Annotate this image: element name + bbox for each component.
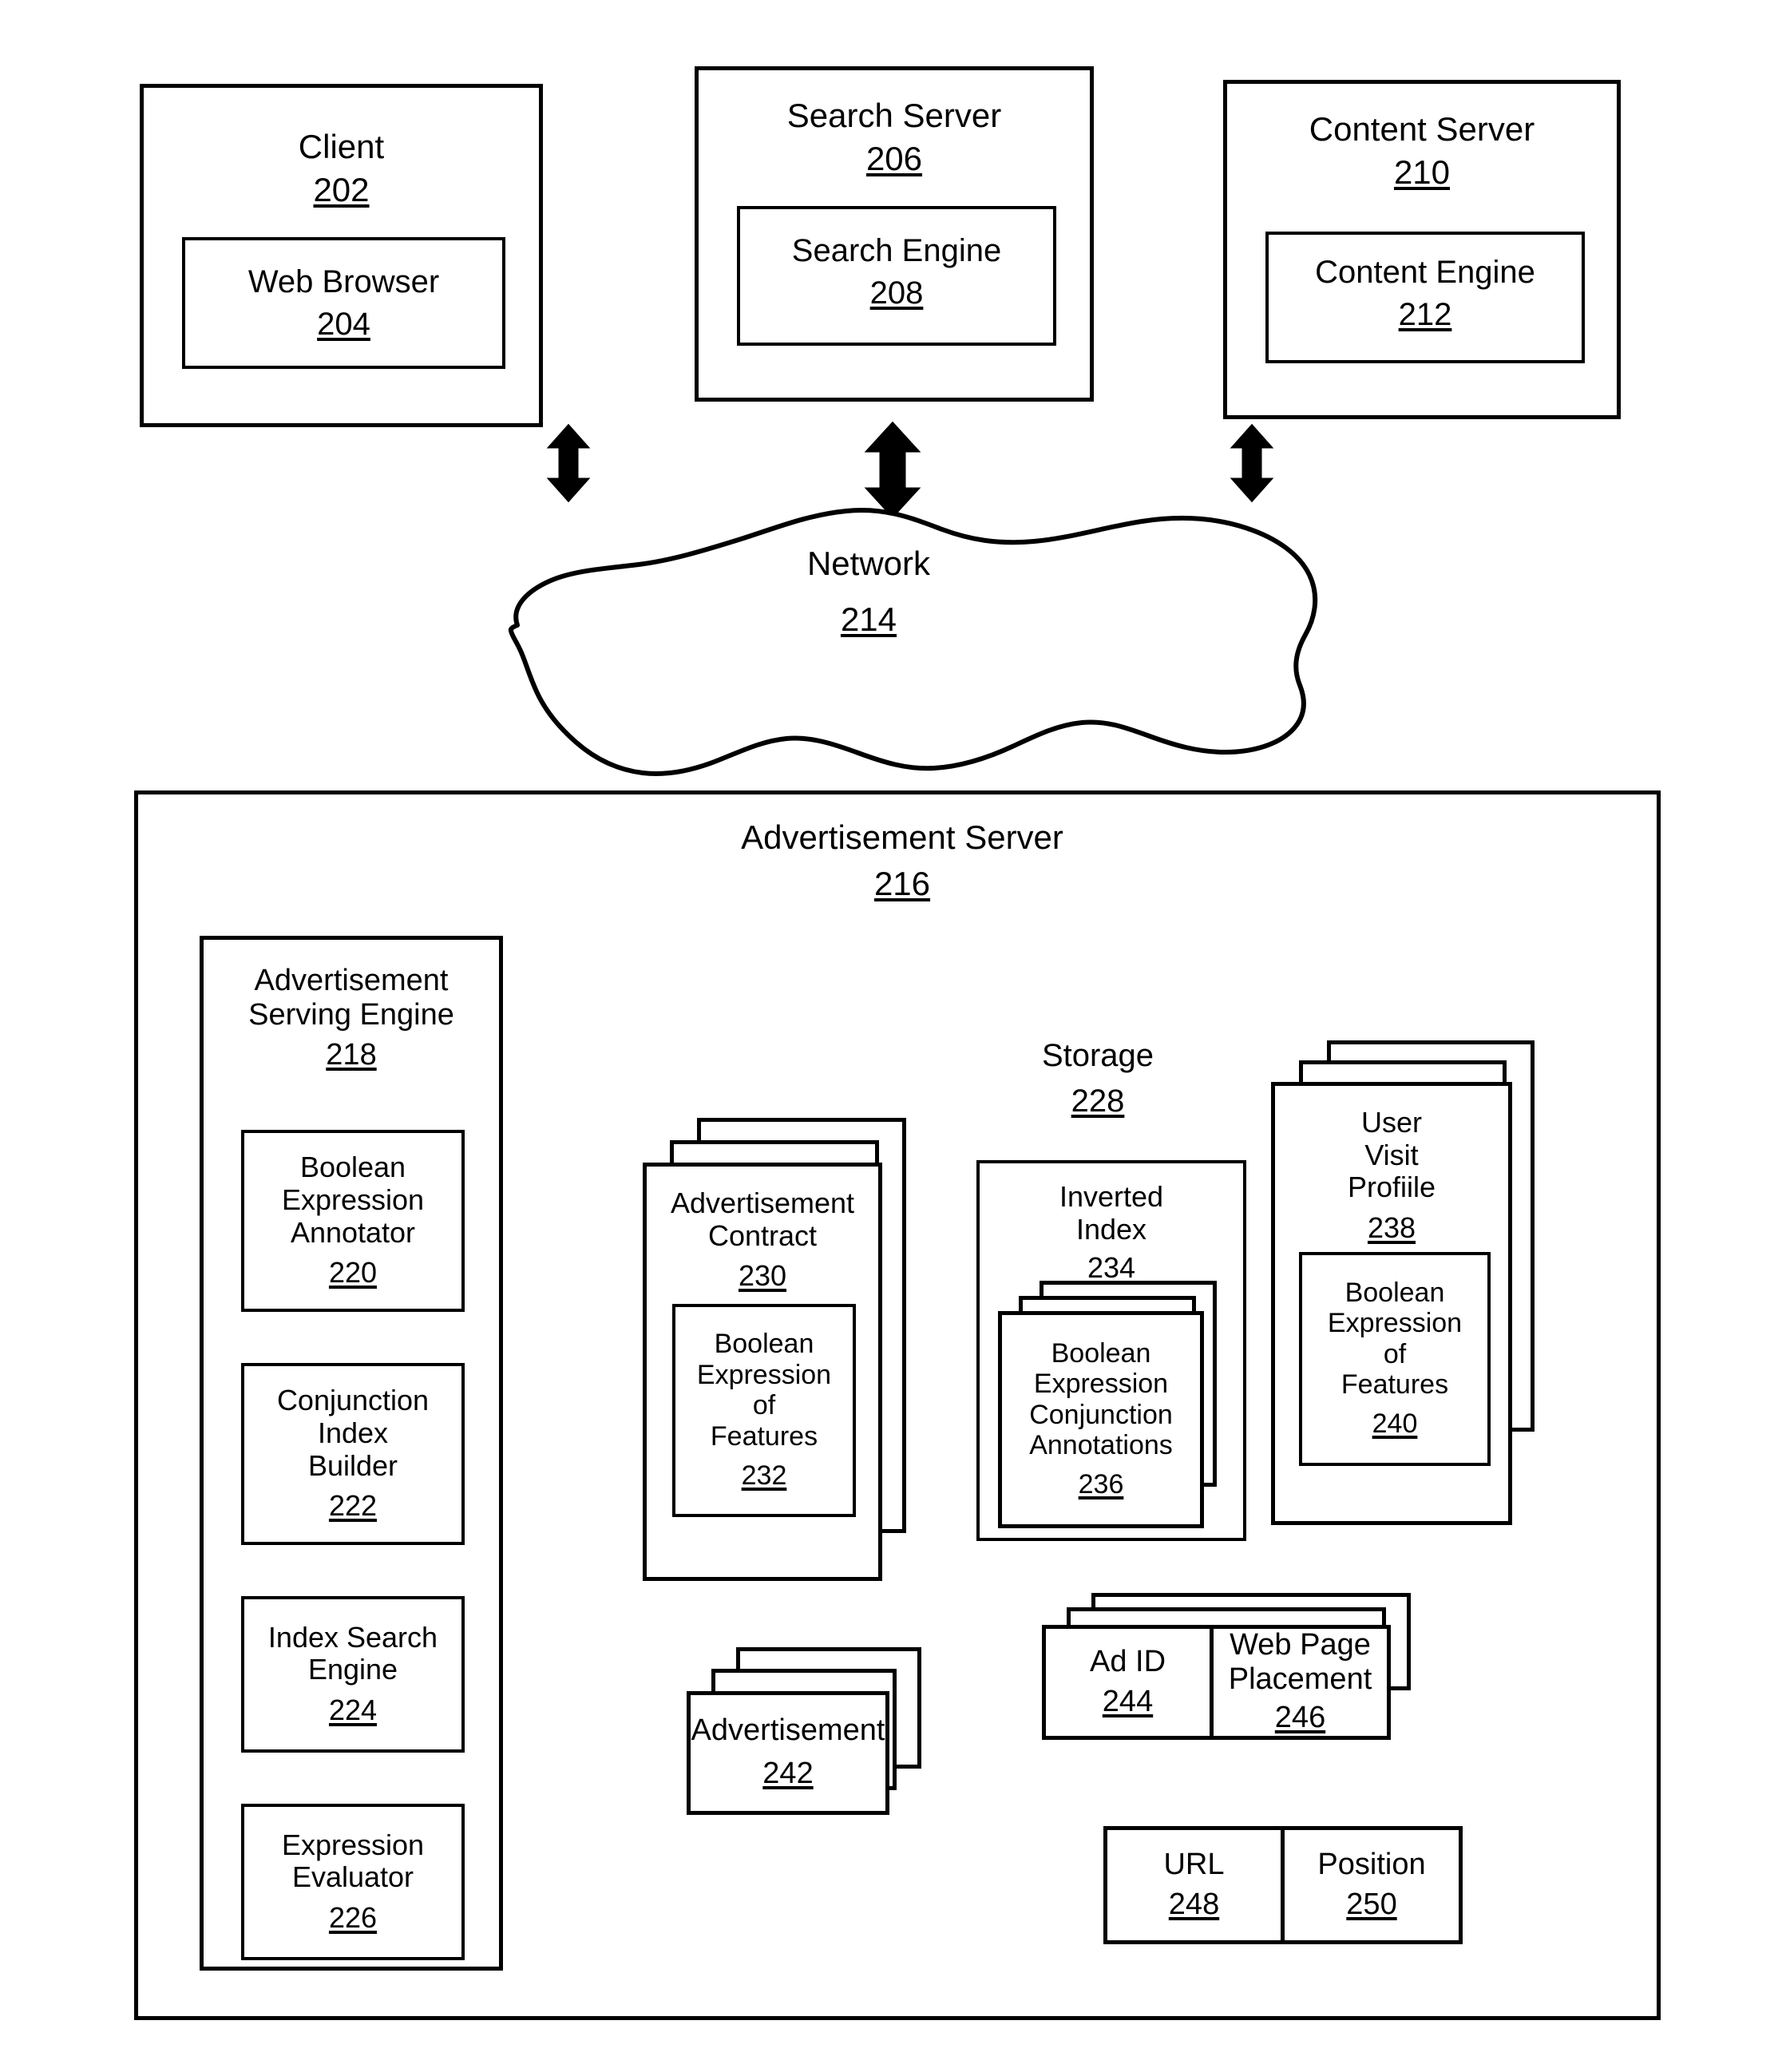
network-label-group: Network 214 <box>757 545 980 640</box>
storage-label-group: Storage 228 <box>998 1038 1198 1120</box>
cell-position: Position 250 <box>1285 1830 1459 1940</box>
advertisement-serving-engine-label: Advertisement Serving Engine <box>248 964 454 1032</box>
boolean-expression-conjunction-annotations-number: 236 <box>1078 1469 1124 1500</box>
node-user-visit-profile: User Visit Profiile 238 Boolean Expressi… <box>1271 1082 1512 1525</box>
stack-boolean-expression-conjunction-annotations: Boolean Expression Conjunction Annotatio… <box>998 1281 1230 1528</box>
stack-advertisement: Advertisement 242 <box>687 1647 942 1839</box>
conjunction-index-builder-number: 222 <box>328 1489 378 1523</box>
node-search-server-label: Search Server <box>786 97 1002 134</box>
web-page-placement-number: 246 <box>1274 1701 1326 1735</box>
network-label: Network <box>806 545 931 582</box>
stack-user-visit-profile: User Visit Profiile 238 Boolean Expressi… <box>1271 1040 1535 1543</box>
url-label: URL <box>1163 1847 1225 1881</box>
node-boolean-expression-annotator: Boolean Expression Annotator 220 <box>241 1130 465 1312</box>
node-search-server: Search Server 206 Search Engine 208 <box>695 66 1094 402</box>
node-boolean-expression-conjunction-annotations: Boolean Expression Conjunction Annotatio… <box>998 1311 1204 1528</box>
node-boolean-expression-of-features-240: Boolean Expression of Features 240 <box>1299 1252 1491 1466</box>
position-label: Position <box>1317 1847 1426 1881</box>
node-search-engine-label: Search Engine <box>791 233 1002 268</box>
node-expression-evaluator: Expression Evaluator 226 <box>241 1804 465 1960</box>
expression-evaluator-label: Expression Evaluator <box>281 1828 425 1894</box>
advertisement-label: Advertisement <box>691 1713 885 1748</box>
position-number: 250 <box>1346 1887 1397 1921</box>
user-visit-profile-number: 238 <box>1367 1211 1416 1245</box>
storage-label: Storage <box>1041 1038 1154 1073</box>
conjunction-index-builder-label: Conjunction Index Builder <box>276 1384 430 1482</box>
boolean-expression-annotator-number: 220 <box>328 1256 378 1290</box>
node-search-server-number: 206 <box>865 140 923 178</box>
arrow-search-server-network <box>864 421 921 519</box>
advertisement-contract-label: Advertisement Contract <box>670 1187 855 1252</box>
ad-id-number: 244 <box>1102 1684 1154 1718</box>
advertisement-server-number: 216 <box>873 865 931 903</box>
node-index-search-engine: Index Search Engine 224 <box>241 1596 465 1753</box>
node-search-engine: Search Engine 208 <box>737 206 1056 346</box>
node-search-engine-number: 208 <box>869 275 924 311</box>
record-placement: Ad ID 244 Web Page Placement 246 <box>1042 1625 1391 1740</box>
advertisement-contract-number: 230 <box>738 1259 787 1293</box>
cell-ad-id: Ad ID 244 <box>1046 1629 1214 1736</box>
boolean-expression-of-features-232-number: 232 <box>741 1460 787 1491</box>
network-number: 214 <box>840 600 897 639</box>
node-client: Client 202 Web Browser 204 <box>140 84 543 427</box>
node-boolean-expression-of-features-232: Boolean Expression of Features 232 <box>672 1304 856 1517</box>
stack-placement-record: Ad ID 244 Web Page Placement 246 <box>1042 1593 1425 1753</box>
expression-evaluator-number: 226 <box>328 1901 378 1935</box>
node-client-label: Client <box>298 128 385 165</box>
advertisement-serving-engine-number: 218 <box>326 1037 377 1072</box>
inverted-index-label: Inverted Index <box>1059 1180 1164 1246</box>
node-content-engine-label: Content Engine <box>1315 255 1535 290</box>
node-content-engine-number: 212 <box>1398 297 1452 333</box>
arrow-content-server-network <box>1230 423 1274 503</box>
user-visit-profile-label: User Visit Profiile <box>1347 1106 1436 1204</box>
node-conjunction-index-builder: Conjunction Index Builder 222 <box>241 1363 465 1545</box>
boolean-expression-of-features-232-label: Boolean Expression of Features <box>696 1329 832 1452</box>
boolean-expression-of-features-240-number: 240 <box>1372 1408 1418 1440</box>
node-content-server-number: 210 <box>1393 153 1451 192</box>
stack-advertisement-contract: Advertisement Contract 230 Boolean Expre… <box>643 1118 906 1597</box>
advertisement-server-label: Advertisement Server <box>741 818 1063 856</box>
node-advertisement-serving-engine: Advertisement Serving Engine 218 Boolean… <box>200 936 503 1971</box>
record-placement-detail: URL 248 Position 250 <box>1103 1826 1463 1944</box>
ad-id-label: Ad ID <box>1089 1644 1166 1678</box>
node-content-engine: Content Engine 212 <box>1265 232 1585 363</box>
cell-url: URL 248 <box>1107 1830 1285 1940</box>
node-advertisement-contract: Advertisement Contract 230 Boolean Expre… <box>643 1163 882 1581</box>
web-page-placement-label: Web Page Placement <box>1228 1628 1372 1697</box>
boolean-expression-annotator-label: Boolean Expression Annotator <box>281 1151 425 1249</box>
boolean-expression-conjunction-annotations-label: Boolean Expression Conjunction Annotatio… <box>1029 1337 1173 1460</box>
advertisement-server-title-group: Advertisement Server 216 <box>679 818 1126 905</box>
node-client-number: 202 <box>313 171 370 209</box>
node-inverted-index: Inverted Index 234 Boolean Expression Co… <box>976 1160 1246 1541</box>
cell-web-page-placement: Web Page Placement 246 <box>1214 1628 1387 1736</box>
node-content-server-label: Content Server <box>1309 110 1535 148</box>
node-web-browser-label: Web Browser <box>248 264 440 299</box>
index-search-engine-label: Index Search Engine <box>267 1620 438 1686</box>
arrow-client-network <box>546 423 591 503</box>
node-web-browser-number: 204 <box>317 307 370 343</box>
node-advertisement: Advertisement 242 <box>687 1691 889 1815</box>
advertisement-number: 242 <box>762 1757 814 1791</box>
boolean-expression-of-features-240-label: Boolean Expression of Features <box>1327 1277 1463 1400</box>
storage-number: 228 <box>1071 1084 1125 1119</box>
figure-canvas: Client 202 Web Browser 204 Search Server… <box>0 0 1790 2072</box>
arrow-network-ad-server <box>867 680 918 765</box>
node-content-server: Content Server 210 Content Engine 212 <box>1223 80 1621 419</box>
url-number: 248 <box>1168 1887 1220 1921</box>
index-search-engine-number: 224 <box>328 1694 378 1727</box>
node-web-browser: Web Browser 204 <box>182 237 505 369</box>
